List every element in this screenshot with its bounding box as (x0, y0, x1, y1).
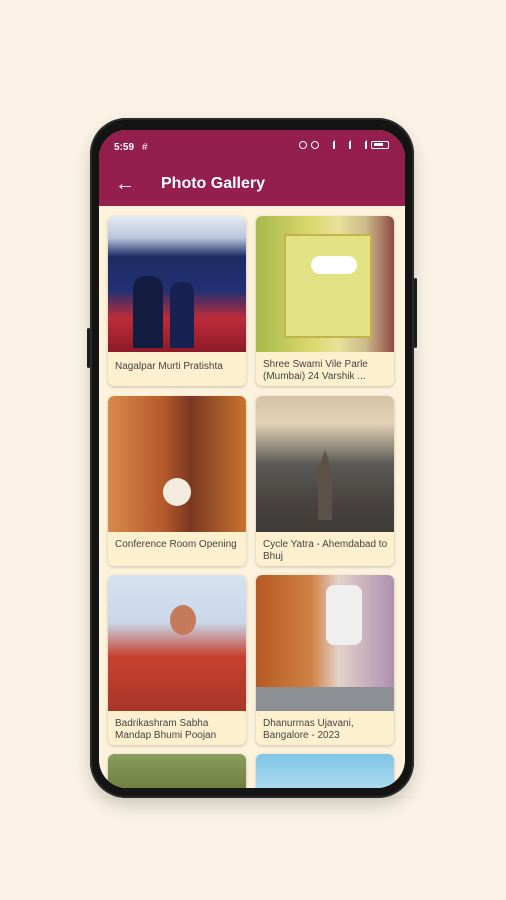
gallery-photo (108, 575, 246, 711)
gallery-card[interactable]: Cycle Yatra - Ahemdabad to Bhuj (256, 396, 394, 566)
gallery-photo (256, 216, 394, 352)
status-time: 5:59 (114, 142, 135, 153)
gallery-caption: Dhanurmas Ujavani, Bangalore - 2023 (263, 718, 354, 741)
alarm-icon (299, 140, 307, 149)
phone-screen: 5:59 # ← Photo Gallery Nagalpar Murti Pr… (99, 130, 405, 788)
volte-icon (323, 140, 335, 149)
wifi-icon (339, 140, 351, 149)
gallery-photo (108, 754, 246, 788)
gallery-photo (256, 575, 394, 711)
app-bar: ← Photo Gallery (99, 170, 405, 202)
gallery-caption: Cycle Yatra - Ahemdabad to Bhuj (263, 539, 388, 562)
gallery-photo (108, 216, 246, 352)
gallery-caption: Nagalpar Murti Pratishta (115, 361, 223, 372)
photo-detail (311, 256, 357, 274)
photo-detail (256, 687, 394, 711)
do-not-disturb-icon (311, 140, 319, 149)
gallery-card[interactable]: Dhanurmas Ujavani, Bangalore - 2023 (256, 575, 394, 745)
gallery-photo (256, 754, 394, 788)
photo-detail (326, 585, 362, 645)
status-extra: # (142, 142, 148, 153)
gallery-caption: Shree Swami Vile Parle (Mumbai) 24 Varsh… (263, 359, 368, 382)
photo-detail (284, 234, 372, 338)
photo-detail (170, 282, 194, 348)
power-button (414, 278, 417, 348)
arrow-left-icon[interactable]: ← (113, 172, 137, 196)
gallery-caption: Badrikashram Sabha Mandap Bhumi Poojan (115, 718, 217, 741)
gallery-card[interactable] (108, 754, 246, 788)
gallery-photo (108, 396, 246, 532)
gallery-card[interactable]: Shree Swami Vile Parle (Mumbai) 24 Varsh… (256, 216, 394, 386)
photo-detail (133, 276, 163, 348)
gallery-card[interactable]: Conference Room Opening (108, 396, 246, 566)
gallery-card[interactable]: Nagalpar Murti Pratishta (108, 216, 246, 386)
gallery-caption: Conference Room Opening (115, 539, 237, 550)
gallery-photo (256, 396, 394, 532)
photo-detail (170, 605, 196, 635)
photo-detail (318, 450, 332, 520)
photo-detail (163, 478, 191, 506)
battery-icon (371, 140, 389, 149)
page-title: Photo Gallery (161, 175, 266, 192)
top-bar: 5:59 # ← Photo Gallery (99, 130, 405, 206)
signal-icon (355, 140, 367, 149)
gallery-card[interactable]: Badrikashram Sabha Mandap Bhumi Poojan (108, 575, 246, 745)
volume-button (87, 328, 90, 368)
status-icons (299, 140, 389, 149)
gallery-card[interactable] (256, 754, 394, 788)
status-bar: 5:59 # (99, 130, 405, 164)
phone-frame: 5:59 # ← Photo Gallery Nagalpar Murti Pr… (87, 118, 417, 798)
